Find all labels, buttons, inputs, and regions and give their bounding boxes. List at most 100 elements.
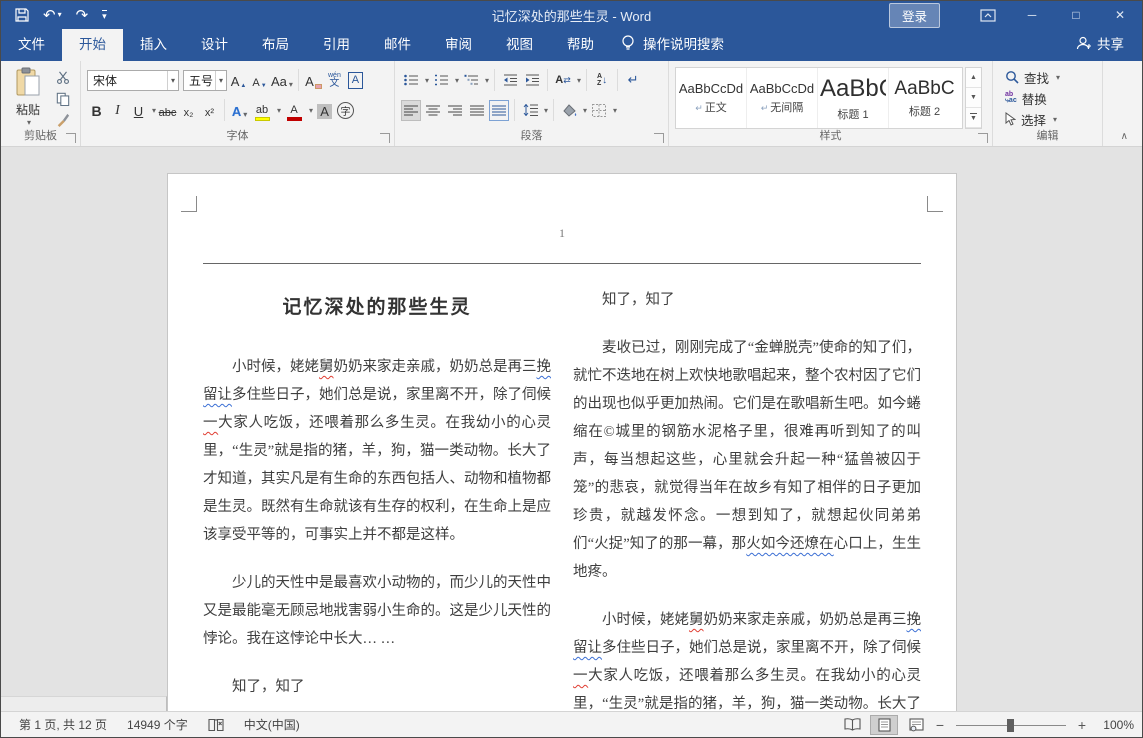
style-normal[interactable]: AaBbCcDd ↵正文 [676, 68, 747, 128]
shading-dropdown-icon[interactable]: ▾ [583, 106, 587, 115]
increase-indent-button[interactable] [522, 70, 542, 91]
zoom-in-button[interactable]: + [1076, 717, 1088, 733]
tell-me-search[interactable]: 操作说明搜索 [611, 33, 734, 61]
asian-layout-button[interactable]: A⇄ [553, 70, 573, 91]
read-mode-view-button[interactable] [838, 715, 866, 735]
page-indicator[interactable]: 第 1 页, 共 12 页 [9, 716, 117, 733]
redo-button[interactable]: ↷ [76, 8, 89, 23]
tab-home[interactable]: 开始 [62, 26, 123, 61]
word-count[interactable]: 14949 个字 [117, 716, 198, 733]
multilevel-list-button[interactable] [461, 70, 481, 91]
minimize-button[interactable]: ─ [1010, 1, 1054, 29]
replace-button[interactable]: ab⤷ac 替换 [999, 89, 1096, 107]
justify-button[interactable] [467, 100, 487, 121]
zoom-slider[interactable] [956, 718, 1066, 732]
tab-layout[interactable]: 布局 [245, 26, 306, 61]
paragraph-dialog-launcher[interactable] [654, 133, 664, 143]
font-color-dropdown-icon[interactable]: ▾ [309, 106, 313, 115]
tab-design[interactable]: 设计 [184, 26, 245, 61]
subscript-button[interactable]: x₂ [179, 100, 198, 121]
language-indicator[interactable]: 中文(中国) [234, 716, 310, 733]
font-color-button[interactable]: A [283, 100, 305, 121]
line-spacing-button[interactable] [520, 100, 540, 121]
styles-scroll-down-button[interactable]: ▼ [966, 88, 981, 108]
sign-in-button[interactable]: 登录 [889, 3, 940, 28]
clipboard-dialog-launcher[interactable] [66, 133, 76, 143]
clear-formatting-button[interactable]: A [304, 70, 323, 91]
paste-button[interactable]: 粘贴 ▾ [7, 67, 49, 128]
decrease-indent-button[interactable] [500, 70, 520, 91]
superscript-button[interactable]: x² [200, 100, 219, 121]
select-button[interactable]: 选择 ▾ [999, 110, 1096, 128]
find-button[interactable]: 查找 ▾ [999, 68, 1096, 86]
bold-button[interactable]: B [87, 100, 106, 121]
horizontal-scrollbar-thumb[interactable] [1, 696, 167, 711]
style-heading2[interactable]: AaBbC 标题 2 [889, 68, 960, 128]
copy-button[interactable] [53, 90, 73, 107]
change-case-button[interactable]: Aa▾ [271, 70, 293, 91]
cut-button[interactable] [53, 69, 73, 86]
sort-button[interactable]: AZ↓ [592, 70, 612, 91]
text-highlight-button[interactable]: ab [251, 100, 273, 121]
share-button[interactable]: 共享 [1058, 33, 1142, 61]
paste-dropdown-icon[interactable]: ▾ [27, 118, 31, 127]
chevron-down-icon[interactable]: ▾ [215, 71, 226, 90]
document-area[interactable]: 1 记忆深处的那些生灵小时候，姥姥舅奶奶来家走亲戚，奶奶总是再三挽留让多住些日子… [1, 147, 1142, 711]
document-page[interactable]: 1 记忆深处的那些生灵小时候，姥姥舅奶奶来家走亲戚，奶奶总是再三挽留让多住些日子… [167, 173, 957, 711]
font-name-combobox[interactable]: 宋体▾ [87, 70, 179, 91]
numbering-dropdown-icon[interactable]: ▾ [455, 76, 459, 85]
close-button[interactable]: ✕ [1098, 1, 1142, 29]
customize-quick-access-toolbar-button[interactable]: ▾ [102, 10, 107, 21]
save-button[interactable] [15, 8, 29, 22]
styles-dialog-launcher[interactable] [978, 133, 988, 143]
tab-mailings[interactable]: 邮件 [367, 26, 428, 61]
proofing-status-button[interactable] [198, 718, 234, 732]
character-border-button[interactable]: A [346, 70, 365, 91]
underline-button[interactable]: U [129, 100, 148, 121]
highlight-dropdown-icon[interactable]: ▾ [277, 106, 281, 115]
ribbon-display-options-button[interactable] [966, 1, 1010, 29]
tab-references[interactable]: 引用 [306, 26, 367, 61]
text-effects-button[interactable]: A▾ [230, 100, 249, 121]
phonetic-guide-button[interactable]: wén文 [325, 70, 344, 91]
styles-more-button[interactable]: ▼ [966, 108, 981, 128]
enclose-characters-button[interactable]: 字 [336, 100, 355, 121]
align-right-button[interactable] [445, 100, 465, 121]
zoom-slider-thumb[interactable] [1007, 719, 1014, 732]
format-painter-button[interactable] [53, 111, 73, 128]
distributed-button[interactable] [489, 100, 509, 121]
strikethrough-button[interactable]: abc [158, 100, 177, 121]
asian-layout-dropdown-icon[interactable]: ▾ [577, 76, 581, 85]
bullets-dropdown-icon[interactable]: ▾ [425, 76, 429, 85]
zoom-level[interactable]: 100% [1092, 718, 1134, 732]
font-dialog-launcher[interactable] [380, 133, 390, 143]
tab-review[interactable]: 审阅 [428, 26, 489, 61]
line-spacing-dropdown-icon[interactable]: ▾ [544, 106, 548, 115]
character-shading-button[interactable]: A [315, 100, 334, 121]
tab-help[interactable]: 帮助 [550, 26, 611, 61]
chevron-down-icon[interactable]: ▾ [167, 71, 178, 90]
tab-insert[interactable]: 插入 [123, 26, 184, 61]
undo-button[interactable]: ↶▾ [43, 8, 62, 23]
numbering-button[interactable] [431, 70, 451, 91]
zoom-out-button[interactable]: − [934, 717, 946, 733]
borders-button[interactable] [589, 100, 609, 121]
bullets-button[interactable] [401, 70, 421, 91]
web-layout-view-button[interactable] [902, 715, 930, 735]
style-no-spacing[interactable]: AaBbCcDd ↵无间隔 [747, 68, 818, 128]
font-size-combobox[interactable]: 五号▾ [183, 70, 227, 91]
show-formatting-marks-button[interactable]: ↵ [623, 70, 643, 91]
shading-button[interactable] [559, 100, 579, 121]
undo-dropdown-icon[interactable]: ▾ [58, 11, 62, 19]
shrink-font-button[interactable]: A▼ [250, 70, 269, 91]
tab-file[interactable]: 文件 [1, 26, 62, 61]
align-center-button[interactable] [423, 100, 443, 121]
style-heading1[interactable]: AaBbC 标题 1 [818, 68, 889, 128]
multilevel-dropdown-icon[interactable]: ▾ [485, 76, 489, 85]
align-left-button[interactable] [401, 100, 421, 121]
print-layout-view-button[interactable] [870, 715, 898, 735]
styles-scroll-up-button[interactable]: ▲ [966, 68, 981, 88]
grow-font-button[interactable]: A▲ [229, 70, 248, 91]
italic-button[interactable]: I [108, 100, 127, 121]
collapse-ribbon-button[interactable]: ∧ [1121, 131, 1128, 142]
